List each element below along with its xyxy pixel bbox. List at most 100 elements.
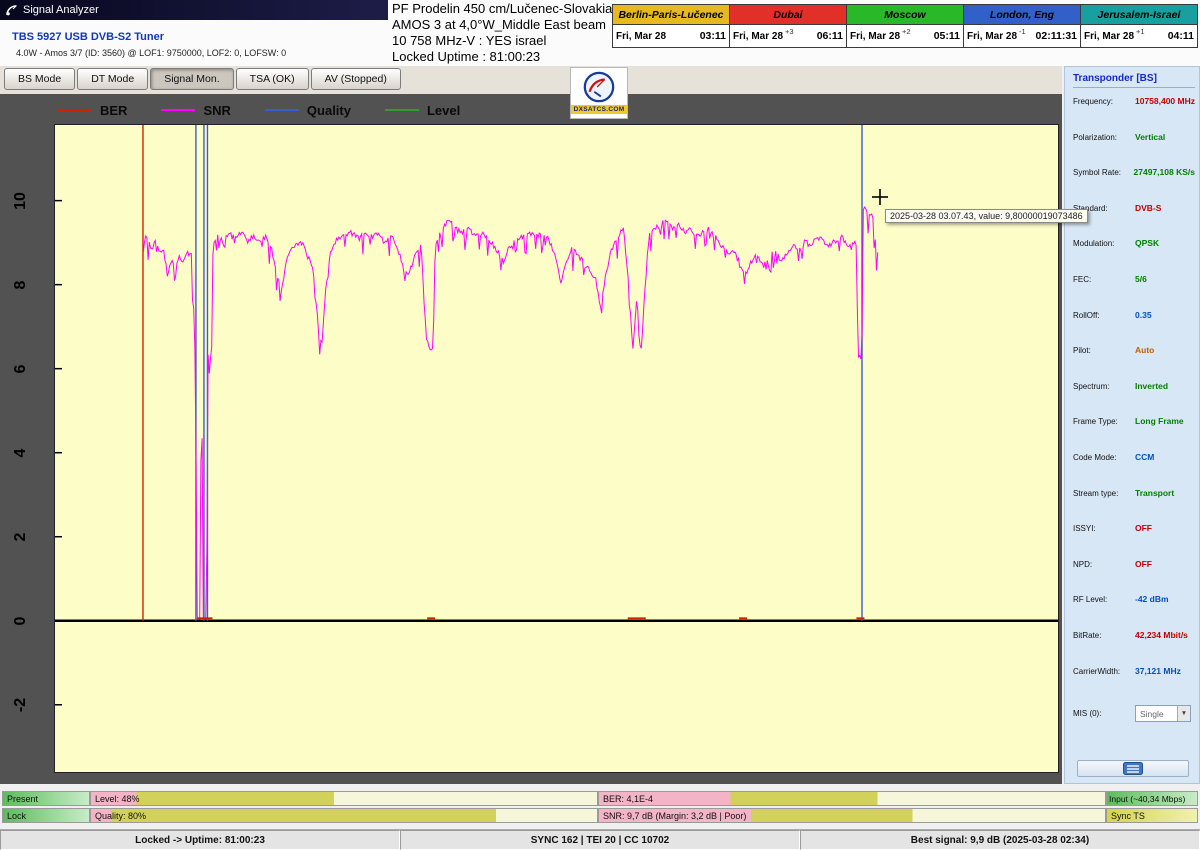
mis-selected-value: Single — [1140, 709, 1164, 719]
transponder-value: 42,234 Mbit/s — [1135, 630, 1188, 640]
legend-item-snr: SNR — [161, 103, 230, 118]
y-axis-label: 8 — [8, 272, 34, 298]
transponder-label: NPD: — [1073, 559, 1135, 569]
tab-dt-mode[interactable]: DT Mode — [77, 68, 148, 90]
clock-london-eng: London, EngFri, Mar 28-102:11:31 — [964, 4, 1081, 48]
value-tooltip: 2025-03-28 03.07.43, value: 9,8000001907… — [885, 209, 1088, 223]
sync-ts-indicator: Sync TS — [1106, 808, 1198, 823]
transponder-row-bitrate: BitRate:42,234 Mbit/s — [1073, 630, 1195, 666]
y-axis-label: 6 — [8, 356, 34, 382]
transponder-row-pilot: Pilot:Auto — [1073, 345, 1195, 381]
quality-bar: Quality: 80% — [90, 808, 598, 823]
statusbar-sync-counters: SYNC 162 | TEI 20 | CC 10702 — [400, 830, 800, 850]
clock-time-row: Fri, Mar 28-102:11:31 — [964, 25, 1080, 47]
transponder-row-spectrum: Spectrum:Inverted — [1073, 381, 1195, 417]
panel-bottom-button[interactable] — [1077, 760, 1189, 777]
transponder-value: 10758,400 MHz — [1135, 96, 1195, 106]
transponder-row-code-mode: Code Mode:CCM — [1073, 452, 1195, 488]
dxsatcs-logo-text: DXSATCS.COM — [571, 105, 628, 114]
clock-date: Fri, Mar 28 — [616, 31, 666, 42]
legend-label: Quality — [307, 103, 351, 118]
transponder-row-polarization: Polarization:Vertical — [1073, 132, 1195, 168]
y-axis-label: 10 — [8, 188, 34, 214]
transponder-label: Frame Type: — [1073, 416, 1135, 426]
transponder-label: Polarization: — [1073, 132, 1135, 142]
legend-label: Level — [427, 103, 460, 118]
clock-time-row: Fri, Mar 28+205:11 — [847, 25, 963, 47]
transponder-row-standard: Standard:DVB-S — [1073, 203, 1195, 239]
statusbar-lock-uptime: Locked -> Uptime: 81:00:23 — [0, 830, 400, 850]
tab-bs-mode[interactable]: BS Mode — [4, 68, 75, 90]
transponder-value: OFF — [1135, 523, 1152, 533]
clock-utc-offset: +2 — [902, 27, 911, 36]
y-axis-label: 4 — [8, 440, 34, 466]
clock-time: 05:11 — [934, 30, 960, 42]
transponder-value: DVB-S — [1135, 203, 1161, 213]
legend-line-quality — [265, 109, 299, 111]
transponder-panel-title: Transponder [BS] — [1073, 73, 1195, 88]
statusbar-best-signal: Best signal: 9,9 dB (2025-03-28 02:34) — [800, 830, 1200, 850]
legend-label: SNR — [203, 103, 230, 118]
transponder-value: CCM — [1135, 452, 1154, 462]
transponder-row-issyi: ISSYI:OFF — [1073, 523, 1195, 559]
y-axis-label: 2 — [8, 524, 34, 550]
lock-indicator: Lock — [2, 808, 90, 823]
signal-monitor-chart: BERSNRQualityLevel 2025-03-28 03.07.43, … — [0, 94, 1062, 784]
legend-item-quality: Quality — [265, 103, 351, 118]
tab-av-stopped[interactable]: AV (Stopped) — [311, 68, 401, 90]
transponder-value: Auto — [1135, 345, 1154, 355]
sync-ts-label: Sync TS — [1107, 811, 1145, 821]
clock-time: 04:11 — [1168, 30, 1194, 42]
transponder-label: Modulation: — [1073, 238, 1135, 248]
chevron-down-icon[interactable]: ▼ — [1177, 706, 1190, 721]
snr-label: SNR: 9,7 dB (Margin: 3,2 dB | Poor) — [599, 811, 746, 821]
status-row-2: Lock Quality: 80% SNR: 9,7 dB (Margin: 3… — [2, 808, 1198, 823]
dxsatcs-logo: DXSATCS.COM — [570, 67, 628, 119]
legend-line-ber — [58, 109, 92, 111]
ber-label: BER: 4,1E-4 — [599, 794, 653, 804]
list-view-icon — [1123, 762, 1143, 775]
transponder-label: CarrierWidth: — [1073, 666, 1135, 676]
clock-moscow: MoscowFri, Mar 28+205:11 — [847, 4, 964, 48]
clock-time: 03:11 — [700, 30, 726, 42]
transponder-label: Stream type: — [1073, 488, 1135, 498]
transponder-rows: Frequency:10758,400 MHzPolarization:Vert… — [1073, 96, 1195, 701]
site-info-block: PF Prodelin 450 cm/Lučenec-Slovakia AMOS… — [392, 1, 620, 65]
clock-dubai: DubaiFri, Mar 28+306:11 — [730, 4, 847, 48]
site-info-line-2: AMOS 3 at 4,0°W_Middle East beam — [392, 17, 620, 33]
transponder-value: QPSK — [1135, 238, 1159, 248]
clock-city-label: Dubai — [730, 5, 846, 25]
quality-label: Quality: 80% — [91, 811, 146, 821]
mis-select[interactable]: Single ▼ — [1135, 705, 1191, 722]
y-axis-label: 0 — [8, 608, 34, 634]
transponder-row-frequency: Frequency:10758,400 MHz — [1073, 96, 1195, 132]
transponder-value: OFF — [1135, 559, 1152, 569]
clock-utc-offset: +3 — [785, 27, 794, 36]
transponder-value: 27497,108 KS/s — [1134, 167, 1195, 177]
clock-date: Fri, Mar 28 — [733, 31, 783, 42]
mis-label: MIS (0): — [1073, 709, 1135, 718]
clock-time: 02:11:31 — [1036, 30, 1077, 42]
transponder-value: 37,121 MHz — [1135, 666, 1181, 676]
clock-berlin-paris-lu-enec: Berlin-Paris-LučenecFri, Mar 2803:11 — [612, 4, 730, 48]
transponder-row-frame-type: Frame Type:Long Frame — [1073, 416, 1195, 452]
present-indicator: Present — [2, 791, 90, 806]
input-label: Input (~40,34 Mbps) — [1107, 794, 1185, 804]
transponder-label: BitRate: — [1073, 630, 1135, 640]
snr-trace — [143, 207, 877, 619]
window-title: Signal Analyzer — [23, 4, 99, 16]
transponder-row-stream-type: Stream type:Transport — [1073, 488, 1195, 524]
y-axis-label: -2 — [8, 692, 34, 718]
tab-tsa-ok[interactable]: TSA (OK) — [236, 68, 309, 90]
legend-item-ber: BER — [58, 103, 127, 118]
transponder-row-rolloff: RollOff:0.35 — [1073, 310, 1195, 346]
snr-bar: SNR: 9,7 dB (Margin: 3,2 dB | Poor) — [598, 808, 1106, 823]
transponder-label: Frequency: — [1073, 96, 1135, 106]
mis-row: MIS (0): Single ▼ — [1073, 705, 1195, 722]
tuner-detail: 4.0W - Amos 3/7 (ID: 3560) @ LOF1: 97500… — [16, 48, 286, 58]
site-info-line-3: 10 758 MHz-V : YES israel — [392, 33, 620, 49]
clock-date: Fri, Mar 28 — [967, 31, 1017, 42]
ber-bar: BER: 4,1E-4 — [598, 791, 1106, 806]
clock-time-row: Fri, Mar 28+306:11 — [730, 25, 846, 47]
tab-signal-mon[interactable]: Signal Mon. — [150, 68, 233, 90]
